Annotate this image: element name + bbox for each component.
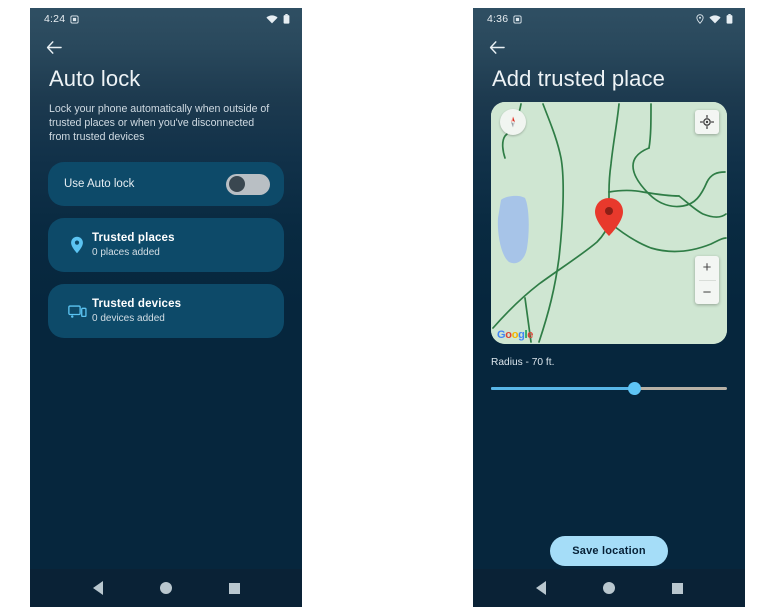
home-circle-icon bbox=[603, 582, 615, 594]
status-clock-group: 4:36 bbox=[487, 13, 522, 25]
left-nav-bar bbox=[30, 569, 302, 607]
right-screen: 4:36 Add trusted place + − Google Radius… bbox=[473, 8, 745, 569]
phone-right: 4:36 Add trusted place + − Google Radius… bbox=[473, 8, 745, 607]
location-pin-icon bbox=[62, 236, 92, 254]
use-auto-lock-label: Use Auto lock bbox=[64, 178, 135, 190]
use-auto-lock-toggle[interactable] bbox=[226, 173, 270, 195]
trusted-devices-subtitle: 0 devices added bbox=[92, 313, 165, 324]
radius-label: Radius - 70 ft. bbox=[491, 357, 555, 368]
trusted-devices-item[interactable]: Trusted devices 0 devices added bbox=[48, 284, 284, 338]
nav-recents-button[interactable] bbox=[214, 569, 254, 607]
recents-square-icon bbox=[671, 582, 683, 594]
alarm-icon bbox=[70, 14, 79, 24]
phone-left: 4:24 Auto lock Lock your phone automatic… bbox=[30, 8, 302, 607]
page-title: Add trusted place bbox=[492, 66, 665, 91]
nav-home-button[interactable] bbox=[589, 569, 629, 607]
right-status-icons bbox=[696, 14, 733, 24]
back-triangle-icon bbox=[93, 581, 103, 595]
back-arrow-icon[interactable] bbox=[489, 40, 506, 55]
back-triangle-icon bbox=[536, 581, 546, 595]
zoom-in-button[interactable]: + bbox=[695, 256, 719, 280]
compass-icon[interactable] bbox=[500, 109, 526, 135]
alarm-icon bbox=[513, 14, 522, 24]
nav-back-button[interactable] bbox=[521, 569, 561, 607]
trusted-devices-text: Trusted devices 0 devices added bbox=[92, 298, 181, 324]
page-description: Lock your phone automatically when outsi… bbox=[49, 103, 270, 143]
zoom-out-button[interactable]: − bbox=[695, 281, 719, 305]
status-clock-group: 4:24 bbox=[44, 13, 79, 25]
save-location-wrap: Save location bbox=[473, 536, 745, 566]
location-icon bbox=[696, 14, 704, 24]
left-back-row bbox=[30, 30, 302, 64]
trusted-devices-title: Trusted devices bbox=[92, 298, 182, 310]
my-location-icon[interactable] bbox=[695, 110, 719, 134]
wifi-icon bbox=[709, 14, 721, 23]
slider-fill bbox=[491, 387, 635, 390]
page-title: Auto lock bbox=[49, 66, 141, 91]
right-nav-bar bbox=[473, 569, 745, 607]
right-back-row bbox=[473, 30, 745, 64]
left-status-bar: 4:24 bbox=[30, 8, 302, 30]
left-screen: 4:24 Auto lock Lock your phone automatic… bbox=[30, 8, 302, 569]
save-location-button[interactable]: Save location bbox=[550, 536, 668, 566]
map-zoom-controls[interactable]: + − bbox=[695, 256, 719, 304]
use-auto-lock-row[interactable]: Use Auto lock bbox=[48, 162, 284, 206]
map-canvas bbox=[491, 102, 727, 344]
nav-back-button[interactable] bbox=[78, 569, 118, 607]
nav-home-button[interactable] bbox=[146, 569, 186, 607]
devices-icon bbox=[62, 304, 92, 319]
status-clock: 4:36 bbox=[487, 13, 509, 25]
wifi-icon bbox=[266, 14, 278, 23]
trusted-places-item[interactable]: Trusted places 0 places added bbox=[48, 218, 284, 272]
left-status-icons bbox=[266, 14, 290, 24]
recents-square-icon bbox=[228, 582, 240, 594]
google-logo: Google bbox=[497, 329, 534, 341]
nav-recents-button[interactable] bbox=[657, 569, 697, 607]
battery-icon bbox=[726, 14, 733, 24]
toggle-knob bbox=[229, 176, 245, 192]
trusted-places-title: Trusted places bbox=[92, 232, 175, 244]
battery-icon bbox=[283, 14, 290, 24]
trusted-places-text: Trusted places 0 places added bbox=[92, 232, 175, 258]
status-clock: 4:24 bbox=[44, 13, 66, 25]
radius-slider[interactable] bbox=[491, 380, 727, 398]
trusted-places-subtitle: 0 places added bbox=[92, 247, 160, 258]
right-status-bar: 4:36 bbox=[473, 8, 745, 30]
home-circle-icon bbox=[160, 582, 172, 594]
slider-thumb[interactable] bbox=[628, 382, 642, 395]
back-arrow-icon[interactable] bbox=[46, 40, 63, 55]
map-view[interactable]: + − Google bbox=[491, 102, 727, 344]
